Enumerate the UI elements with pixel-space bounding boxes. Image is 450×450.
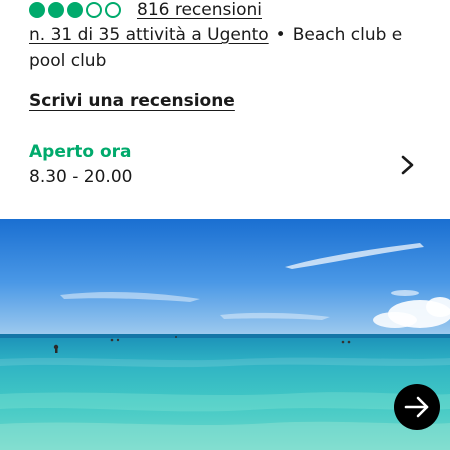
ranking-link[interactable]: n. 31 di 35 attività a Ugento xyxy=(29,25,269,45)
attraction-detail-screen: 816 recensioni n. 31 di 35 attività a Ug… xyxy=(0,0,450,450)
rating-bubble-empty xyxy=(105,2,121,18)
next-photo-button[interactable] xyxy=(394,384,440,430)
ranking-info: n. 31 di 35 attività a Ugento • Beach club… xyxy=(29,22,429,74)
opening-hours-row[interactable]: Aperto ora 8.30 - 20.00 xyxy=(0,138,450,194)
rating-bubble-empty xyxy=(86,2,102,18)
chevron-right-icon xyxy=(401,155,414,175)
rating-bubble-filled xyxy=(48,2,64,18)
beach-sea-photo[interactable] xyxy=(0,219,450,450)
rating-bubbles xyxy=(29,2,121,18)
rating-row: 816 recensioni xyxy=(29,0,262,22)
write-review-link[interactable]: Scrivi una recensione xyxy=(29,91,235,111)
rating-bubble-filled xyxy=(67,2,83,18)
open-status: Aperto ora xyxy=(29,142,132,162)
review-count-link[interactable]: 816 recensioni xyxy=(137,0,262,20)
separator-dot: • xyxy=(275,25,286,45)
opening-hours: 8.30 - 20.00 xyxy=(29,167,133,187)
rating-bubble-filled xyxy=(29,2,45,18)
arrow-right-icon xyxy=(404,396,429,418)
